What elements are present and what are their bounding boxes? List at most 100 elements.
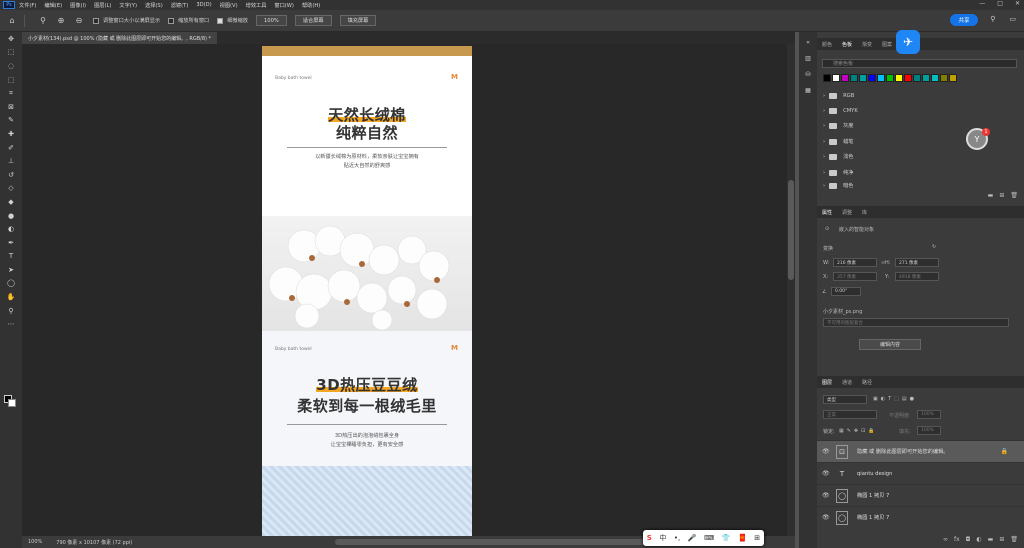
trash-icon[interactable]: 🗑 <box>1010 536 1018 546</box>
healing-brush-tool-icon[interactable]: ✚ <box>0 127 22 141</box>
menu-type[interactable]: 文字(Y) <box>119 2 137 9</box>
new-group-icon[interactable]: ▬ <box>988 192 994 202</box>
swatch[interactable] <box>949 74 957 82</box>
angle-field[interactable]: 0.00° <box>831 287 861 296</box>
swatch-folder[interactable]: › 纯净 <box>823 166 853 179</box>
zoom-out-icon[interactable]: ⊖ <box>73 15 85 27</box>
tab-paths[interactable]: 路径 <box>857 379 877 386</box>
brush-settings-icon[interactable]: ▦ <box>799 84 817 96</box>
status-zoom[interactable]: 100% <box>28 539 42 545</box>
eraser-tool-icon[interactable]: ◇ <box>0 182 22 196</box>
history-icon[interactable]: ▥ <box>799 52 817 64</box>
clone-source-icon[interactable]: ⛁ <box>799 68 817 80</box>
vertical-scrollbar[interactable] <box>787 44 795 536</box>
lock-icons[interactable]: ▦✎✥⊡🔒 <box>839 428 878 434</box>
adjustment-icon[interactable]: ◐ <box>976 536 981 546</box>
zoom-tool-icon[interactable]: ⚲ <box>37 15 49 27</box>
menu-plugins[interactable]: 增效工具 <box>246 2 267 9</box>
crop-tool-icon[interactable]: ⌗ <box>0 86 22 100</box>
fx-icon[interactable]: fx <box>954 536 960 546</box>
floating-assistant-icon[interactable]: ✈ <box>896 30 920 54</box>
share-button[interactable]: 共享 <box>950 14 978 26</box>
maximize-button[interactable]: □ <box>997 0 1003 7</box>
document-tab[interactable]: 小夕素材(134).psd @ 100% (隐藏 或 删除此图层即可开始您的编辑… <box>22 32 218 44</box>
floating-helper-icon[interactable]: Y1 <box>966 128 990 150</box>
blend-mode-select[interactable]: 正常 <box>823 410 877 419</box>
zoom-value-field[interactable]: 100% <box>255 15 287 26</box>
minimize-button[interactable]: — <box>979 0 985 7</box>
menu-file[interactable]: 文件(F) <box>19 2 36 9</box>
move-tool-icon[interactable]: ✥ <box>0 32 22 46</box>
lasso-tool-icon[interactable]: ◌ <box>0 59 22 73</box>
horizontal-scrollbar-thumb[interactable] <box>335 539 665 545</box>
collapse-icon[interactable]: « <box>799 36 817 48</box>
menu-layer[interactable]: 图层(L) <box>94 2 111 9</box>
menu-image[interactable]: 图像(I) <box>70 2 86 9</box>
workspace-icon[interactable]: ▭ <box>1009 15 1016 23</box>
y-field[interactable]: 4918 像素 <box>895 272 939 281</box>
swatch-folder[interactable]: › RGB <box>823 89 854 102</box>
scrollbar-thumb[interactable] <box>788 180 794 280</box>
swatch[interactable] <box>904 74 912 82</box>
tab-patterns[interactable]: 图案 <box>877 41 897 48</box>
tab-gradients[interactable]: 渐变 <box>857 41 877 48</box>
menu-window[interactable]: 窗口(W) <box>274 2 294 9</box>
menu-3d[interactable]: 3D(D) <box>196 2 211 8</box>
swatch[interactable] <box>832 74 840 82</box>
tab-swatches[interactable]: 色板 <box>837 41 857 48</box>
swatch-folder[interactable]: › 灰度 <box>823 119 853 132</box>
scrubby-zoom-checkbox[interactable]: 细微缩放 <box>217 17 248 24</box>
history-brush-tool-icon[interactable]: ↺ <box>0 168 22 182</box>
eye-icon[interactable]: 👁 <box>822 492 830 499</box>
layer-filter-select[interactable]: 类型 <box>823 395 867 404</box>
close-button[interactable]: ✕ <box>1015 0 1020 7</box>
ime-logo-icon[interactable]: S <box>647 534 652 542</box>
checkbox-box[interactable] <box>217 17 224 24</box>
search-icon[interactable]: ⚲ <box>990 15 995 23</box>
resize-windows-checkbox[interactable]: 调整窗口大小以满屏显示 <box>93 17 160 24</box>
swatch-folder[interactable]: › 浅色 <box>823 150 853 163</box>
swatch[interactable] <box>895 74 903 82</box>
swatch[interactable] <box>823 74 831 82</box>
zoom-tool-icon[interactable]: ⚲ <box>0 304 22 318</box>
tab-color[interactable]: 颜色 <box>817 41 837 48</box>
menu-edit[interactable]: 编辑(E) <box>44 2 62 9</box>
fill-screen-button[interactable]: 填充屏幕 <box>339 15 377 26</box>
ime-punctuation[interactable]: •, <box>674 534 680 542</box>
blur-tool-icon[interactable]: ● <box>0 209 22 223</box>
swatch[interactable] <box>877 74 885 82</box>
shape-tool-icon[interactable]: ◯ <box>0 277 22 291</box>
swatch-folder[interactable]: › 蜡笔 <box>823 135 853 148</box>
frame-tool-icon[interactable]: ⊠ <box>0 100 22 114</box>
swatch[interactable] <box>886 74 894 82</box>
layer-row[interactable]: 👁 ◯ 椭圆 1 拷贝 7 <box>817 484 1024 506</box>
ime-skin-icon[interactable]: 👕 <box>722 534 731 542</box>
eye-icon[interactable]: 👁 <box>822 448 830 455</box>
layer-comp-select[interactable]: 不可用的图层复合 <box>823 318 1009 327</box>
swatch[interactable] <box>922 74 930 82</box>
link-layers-icon[interactable]: ∞ <box>943 536 948 546</box>
paint-bucket-tool-icon[interactable]: ◆ <box>0 195 22 209</box>
ime-keyboard-icon[interactable]: ⌨ <box>704 534 714 542</box>
swatch[interactable] <box>859 74 867 82</box>
new-swatch-icon[interactable]: ⊞ <box>999 192 1004 202</box>
trash-icon[interactable]: 🗑 <box>1010 192 1018 202</box>
new-group-icon[interactable]: ▬ <box>988 536 994 546</box>
menu-select[interactable]: 选择(S) <box>145 2 163 9</box>
stamp-tool-icon[interactable]: ⊥ <box>0 154 22 168</box>
ime-gift-icon[interactable]: 🧧 <box>738 534 747 542</box>
eyedropper-tool-icon[interactable]: ✎ <box>0 114 22 128</box>
height-field[interactable]: 271 像素 <box>895 258 939 267</box>
ime-menu-icon[interactable]: ⊞ <box>754 534 760 542</box>
layer-row[interactable]: 👁 ⊡ 隐藏 或 删除此图层即可开始您的编辑。 🔒 <box>817 440 1024 462</box>
layer-row[interactable]: 👁 T qiantu design <box>817 462 1024 484</box>
checkbox-box[interactable] <box>168 17 175 24</box>
fit-screen-button[interactable]: 适合屏幕 <box>294 15 332 26</box>
edit-contents-button[interactable]: 编辑内容 <box>859 339 921 350</box>
ime-chinese-mode[interactable]: 中 <box>659 533 666 543</box>
menu-filter[interactable]: 滤镜(T) <box>171 2 189 9</box>
brush-tool-icon[interactable]: ✐ <box>0 141 22 155</box>
path-select-tool-icon[interactable]: ➤ <box>0 263 22 277</box>
more-tools-icon[interactable]: ⋯ <box>0 317 22 331</box>
x-field[interactable]: 357 像素 <box>833 272 877 281</box>
